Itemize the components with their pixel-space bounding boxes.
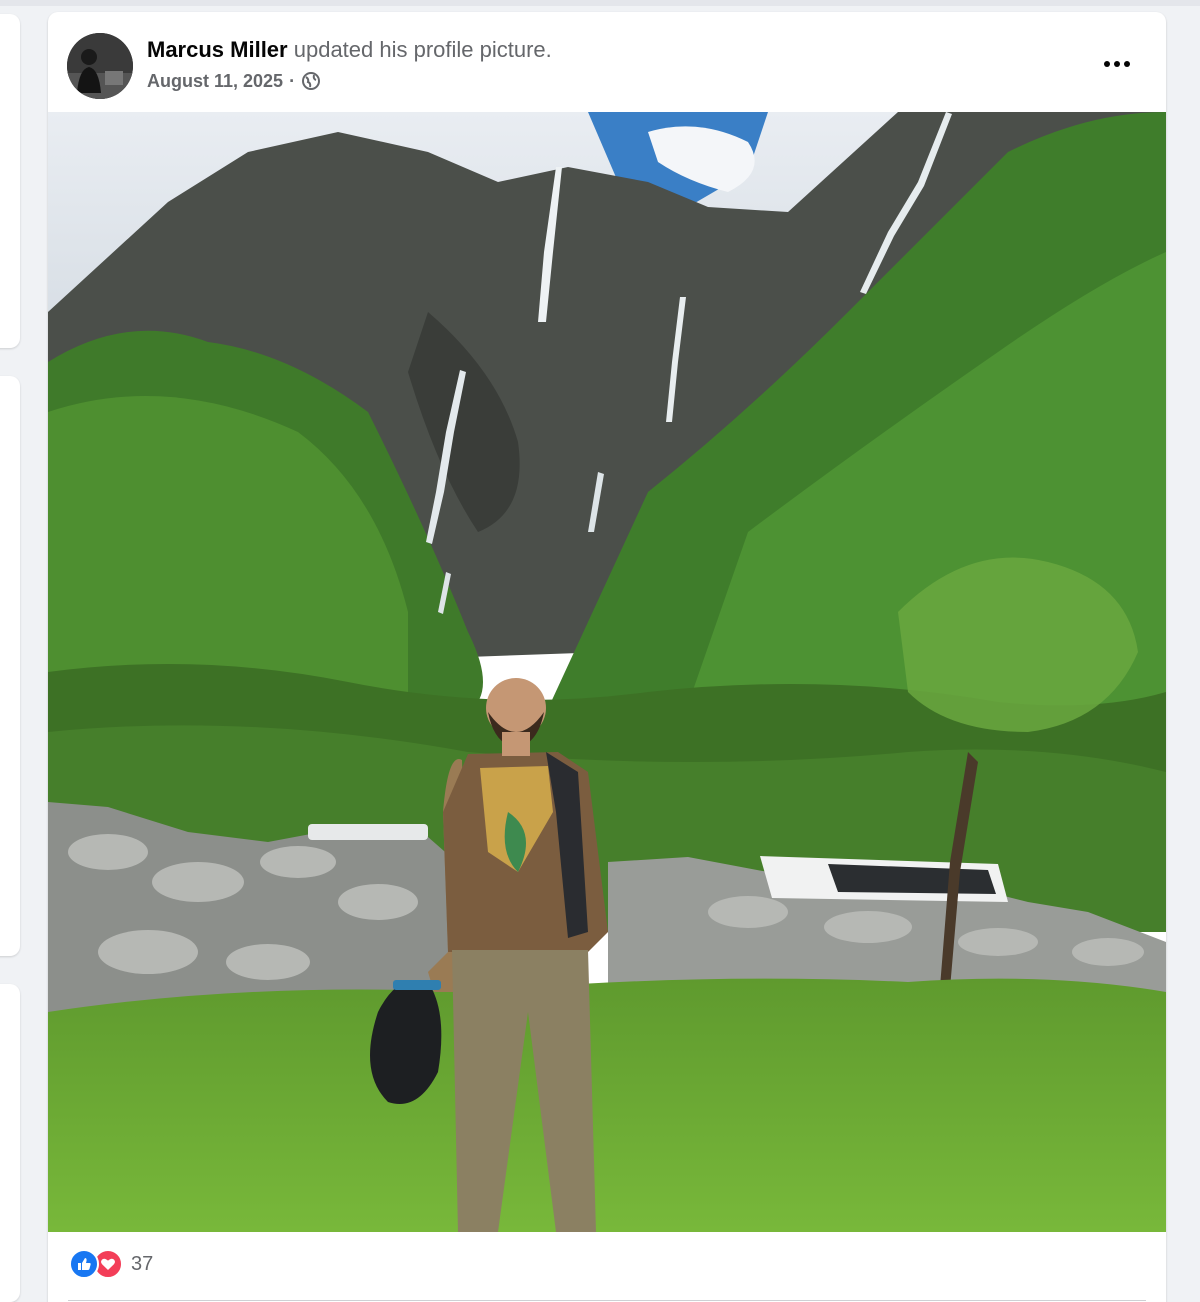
meta-separator: · [289,71,296,91]
left-column-card [0,376,20,956]
left-column-card [0,14,20,348]
author-avatar[interactable] [67,33,133,99]
post-divider [68,1300,1146,1301]
post-photo[interactable] [48,112,1166,1232]
post-action-text: updated his profile picture. [293,37,552,62]
globe-icon [301,71,321,91]
reaction-count: 37 [131,1252,154,1275]
top-border [0,0,1200,6]
left-column-card [0,984,20,1302]
more-options-icon[interactable] [1093,46,1141,82]
author-name[interactable]: Marcus Miller [147,37,288,62]
post-meta: August 11, 2025 · [147,69,321,93]
feed-post: Marcus Miller updated his profile pictur… [48,12,1166,1302]
post-header: Marcus Miller updated his profile pictur… [147,36,552,64]
reaction-summary[interactable]: 37 [69,1249,153,1279]
post-date[interactable]: August 11, 2025 [147,69,283,93]
like-icon [69,1249,99,1279]
